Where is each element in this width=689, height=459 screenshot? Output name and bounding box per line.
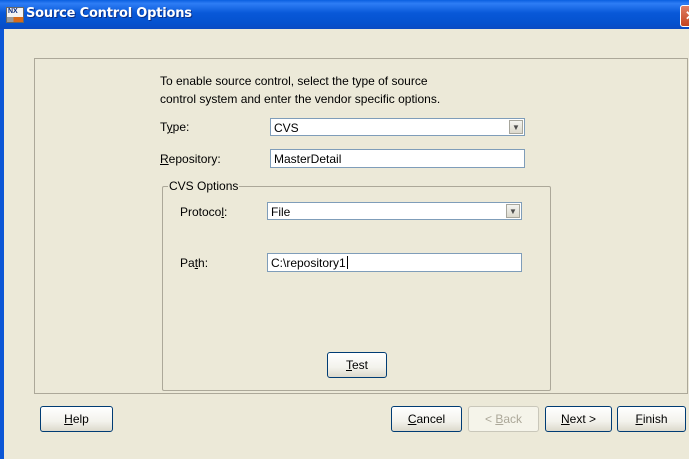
type-select[interactable]: CVS ▼ — [270, 118, 525, 136]
type-label: Type: — [160, 120, 190, 134]
window-border — [0, 29, 4, 459]
app-icon: NX — [6, 7, 24, 23]
repository-input[interactable]: MasterDetail — [270, 149, 525, 168]
path-input[interactable]: C:\repository1 — [267, 253, 522, 272]
protocol-select[interactable]: File ▼ — [267, 202, 522, 220]
path-value: C:\repository1 — [271, 256, 348, 270]
path-label: Path: — [180, 256, 209, 270]
back-button[interactable]: < Back — [468, 406, 539, 432]
help-button[interactable]: Help — [40, 406, 113, 432]
finish-button[interactable]: Finish — [617, 406, 686, 432]
repository-value: MasterDetail — [274, 152, 342, 166]
protocol-label: Protocol: — [180, 205, 228, 219]
dropdown-arrow-icon[interactable]: ▼ — [506, 204, 520, 218]
type-value: CVS — [274, 121, 299, 135]
protocol-value: File — [271, 205, 291, 219]
repository-label: Repository: — [160, 152, 221, 166]
cancel-button[interactable]: Cancel — [391, 406, 462, 432]
intro-text: To enable source control, select the typ… — [160, 72, 440, 108]
text-caret — [346, 256, 348, 269]
next-button[interactable]: Next > — [545, 406, 612, 432]
dropdown-arrow-icon[interactable]: ▼ — [509, 120, 523, 134]
test-button[interactable]: Test — [327, 352, 387, 378]
close-icon[interactable]: ✕ — [680, 5, 689, 27]
cvs-options-legend: CVS Options — [168, 179, 240, 193]
window-title: Source Control Options — [26, 6, 192, 21]
title-bar[interactable]: NX Source Control Options ✕ — [0, 0, 689, 29]
intro-line-2: control system and enter the vendor spec… — [160, 92, 441, 106]
intro-line-1: To enable source control, select the typ… — [160, 74, 428, 88]
